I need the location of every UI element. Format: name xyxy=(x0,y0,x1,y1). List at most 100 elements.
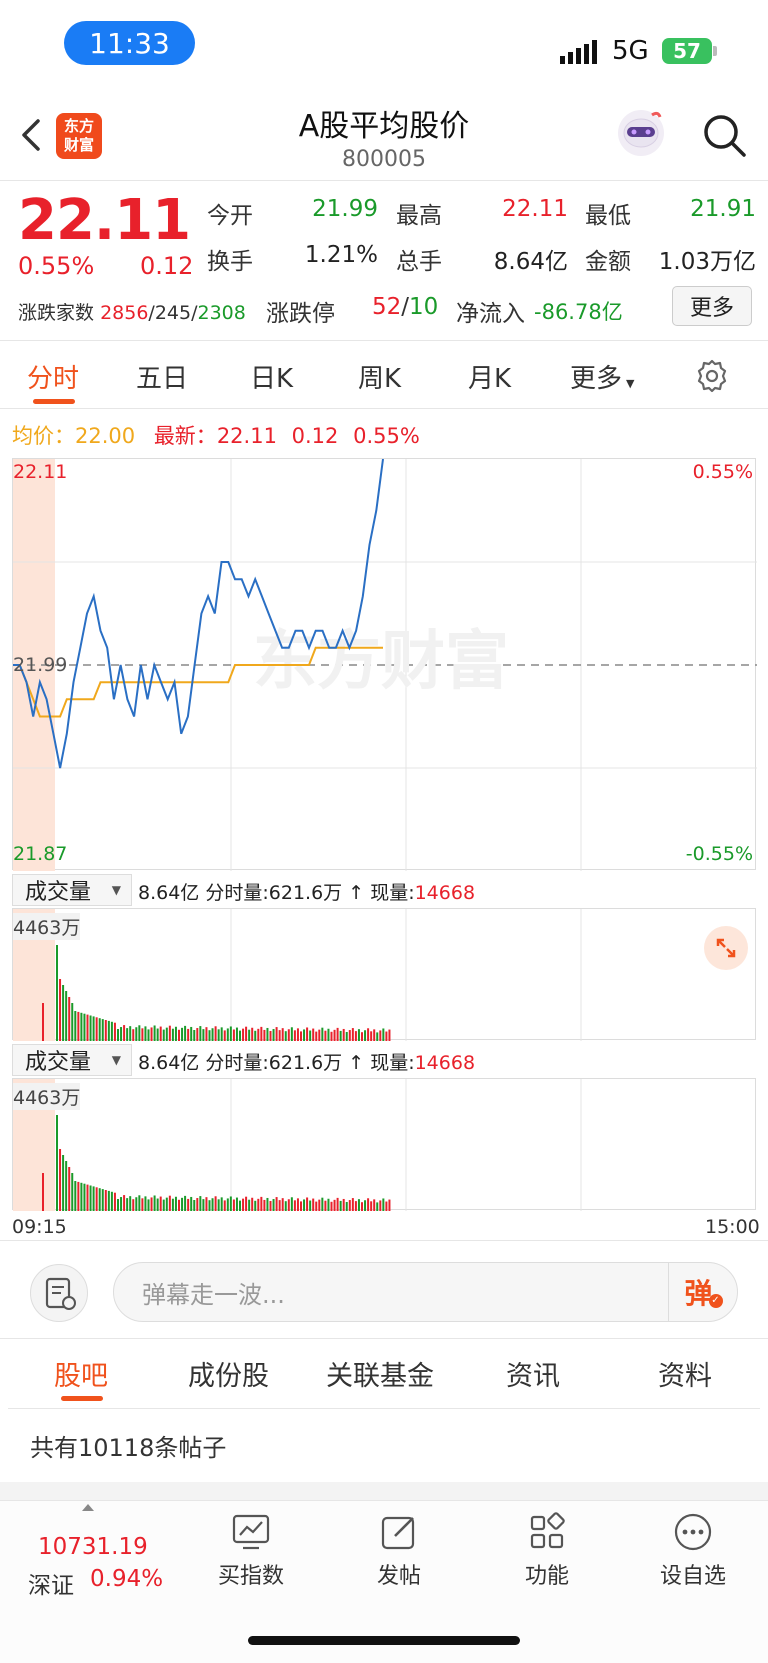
volume-bar xyxy=(354,1201,357,1211)
volume-bar xyxy=(235,1027,238,1041)
nav-functions[interactable]: 功能 xyxy=(492,1512,602,1590)
limit-label: 涨跌停 xyxy=(266,301,335,327)
volume-bar xyxy=(339,1200,342,1211)
volume-total: 8.64亿 xyxy=(138,1052,200,1074)
app-logo[interactable]: 东方财富 xyxy=(56,113,102,159)
volume-bar xyxy=(379,1200,382,1211)
volume-bar xyxy=(59,1149,62,1211)
last-label: 最新： xyxy=(153,424,217,448)
volume-bar xyxy=(245,1026,248,1041)
amount-value: 1.03万亿 xyxy=(658,249,756,275)
volume-bar xyxy=(101,1019,104,1041)
up-arrow-icon: ↑ xyxy=(348,1052,365,1074)
volume-bar xyxy=(239,1200,241,1211)
volume-bar xyxy=(226,1198,229,1211)
tab-constituents[interactable]: 成份股 xyxy=(188,1354,269,1393)
search-icon[interactable] xyxy=(700,111,748,159)
volume-bar xyxy=(193,1200,196,1211)
settings-gear-icon[interactable] xyxy=(694,358,730,394)
bottom-nav: 10731.19 深证 0.94% 买指数 发帖 功能 设自选 xyxy=(0,1500,768,1663)
check-badge-icon: ✓ xyxy=(708,1294,723,1308)
volume-bar xyxy=(205,1197,208,1211)
volume-bar xyxy=(278,1200,281,1211)
battery-level: 57 xyxy=(673,39,701,63)
signal-icon xyxy=(560,40,597,64)
nav-post[interactable]: 发帖 xyxy=(344,1512,454,1590)
volume-bar xyxy=(120,1197,123,1211)
tab-weekly-k[interactable]: 周K xyxy=(358,358,401,395)
volume-bar xyxy=(187,1198,190,1211)
ai-assistant-robot-icon[interactable] xyxy=(612,107,670,159)
volume-bar xyxy=(296,1198,299,1211)
volume-bar xyxy=(327,1198,330,1211)
indicator-dropdown[interactable]: 成交量 ▼ xyxy=(12,1044,132,1076)
compose-icon xyxy=(381,1516,415,1550)
danmaku-input[interactable]: 弹幕走一波... xyxy=(113,1262,738,1322)
notes-button[interactable] xyxy=(30,1264,88,1322)
y-top-label: 22.11 xyxy=(13,461,68,483)
volume-bar xyxy=(309,1200,312,1211)
volume-bar xyxy=(254,1030,257,1041)
watermark: 东方财富 xyxy=(253,625,509,699)
volume-bar xyxy=(211,1198,214,1211)
divider xyxy=(0,180,768,181)
last-value: 22.11 xyxy=(216,424,277,448)
volume-bar xyxy=(232,1199,235,1211)
tab-related-funds[interactable]: 关联基金 xyxy=(326,1354,434,1393)
tab-more[interactable]: 更多 ▼ xyxy=(570,358,634,395)
expand-chart-button[interactable] xyxy=(704,926,748,970)
volume-bar xyxy=(135,1197,138,1211)
volume-bar xyxy=(159,1196,162,1211)
volume-bar xyxy=(315,1201,318,1211)
interval-volume: 621.6万 xyxy=(268,882,343,904)
volume-bar xyxy=(336,1027,339,1041)
volume-bar xyxy=(92,1186,95,1211)
volume-bar xyxy=(141,1198,144,1211)
volume-bar xyxy=(165,1197,168,1211)
volume-bar xyxy=(190,1196,193,1211)
back-arrow-icon[interactable] xyxy=(16,115,46,155)
avg-value: 22.00 xyxy=(75,424,136,448)
volume-bar xyxy=(214,1196,217,1211)
tab-monthly-k[interactable]: 月K xyxy=(468,358,511,395)
tab-guba[interactable]: 股吧 xyxy=(54,1354,108,1393)
tab-five-day[interactable]: 五日 xyxy=(136,358,188,395)
volume-bar xyxy=(376,1032,379,1041)
volume-bar xyxy=(357,1029,360,1041)
change-amount: 0.12 xyxy=(140,252,194,280)
change-percent: 0.55% xyxy=(18,252,95,280)
intraday-price-chart[interactable]: 东方财富 22.11 21.99 21.87 0.55% -0.55% xyxy=(12,458,757,871)
volume-bar xyxy=(107,1190,110,1211)
volume-bar xyxy=(364,1030,367,1041)
nav-buy-index[interactable]: 买指数 xyxy=(196,1512,306,1590)
price-line xyxy=(13,459,384,769)
volume-bar xyxy=(367,1198,370,1211)
danmaku-toggle-button[interactable]: 弹 ✓ xyxy=(668,1262,738,1322)
app-header: 东方财富 A股平均股价 800005 xyxy=(0,95,768,180)
volume-bar xyxy=(293,1030,296,1041)
volume-bar xyxy=(168,1195,171,1211)
volume-bar xyxy=(379,1030,382,1041)
more-button[interactable]: 更多 xyxy=(672,286,752,326)
volume-bar xyxy=(333,1029,336,1041)
high-label: 最高 xyxy=(396,203,442,229)
tab-intraday[interactable]: 分时 xyxy=(27,358,79,395)
tab-daily-k[interactable]: 日K xyxy=(250,358,293,395)
volume-bar xyxy=(284,1201,287,1211)
quote-panel: 22.11 0.55% 0.12 今开 21.99 最高 22.11 最低 21… xyxy=(0,182,768,342)
volume-bar xyxy=(56,945,58,1041)
tab-profile[interactable]: 资料 xyxy=(658,1354,712,1393)
volume-bar xyxy=(62,1155,65,1211)
tab-news[interactable]: 资讯 xyxy=(506,1354,560,1393)
volume-bar xyxy=(80,1182,83,1211)
grid-apps-icon xyxy=(530,1512,565,1549)
volume-bar xyxy=(242,1198,245,1211)
battery-cap xyxy=(713,46,717,56)
volume-bar xyxy=(211,1028,214,1041)
volume-bar xyxy=(147,1029,150,1041)
indicator-label: 成交量 xyxy=(25,1050,92,1075)
indicator-dropdown[interactable]: 成交量 ▼ xyxy=(12,874,132,906)
turnover-label: 换手 xyxy=(207,249,253,275)
nav-add-watchlist[interactable]: 设自选 xyxy=(638,1512,748,1590)
volume-bar xyxy=(269,1031,272,1041)
